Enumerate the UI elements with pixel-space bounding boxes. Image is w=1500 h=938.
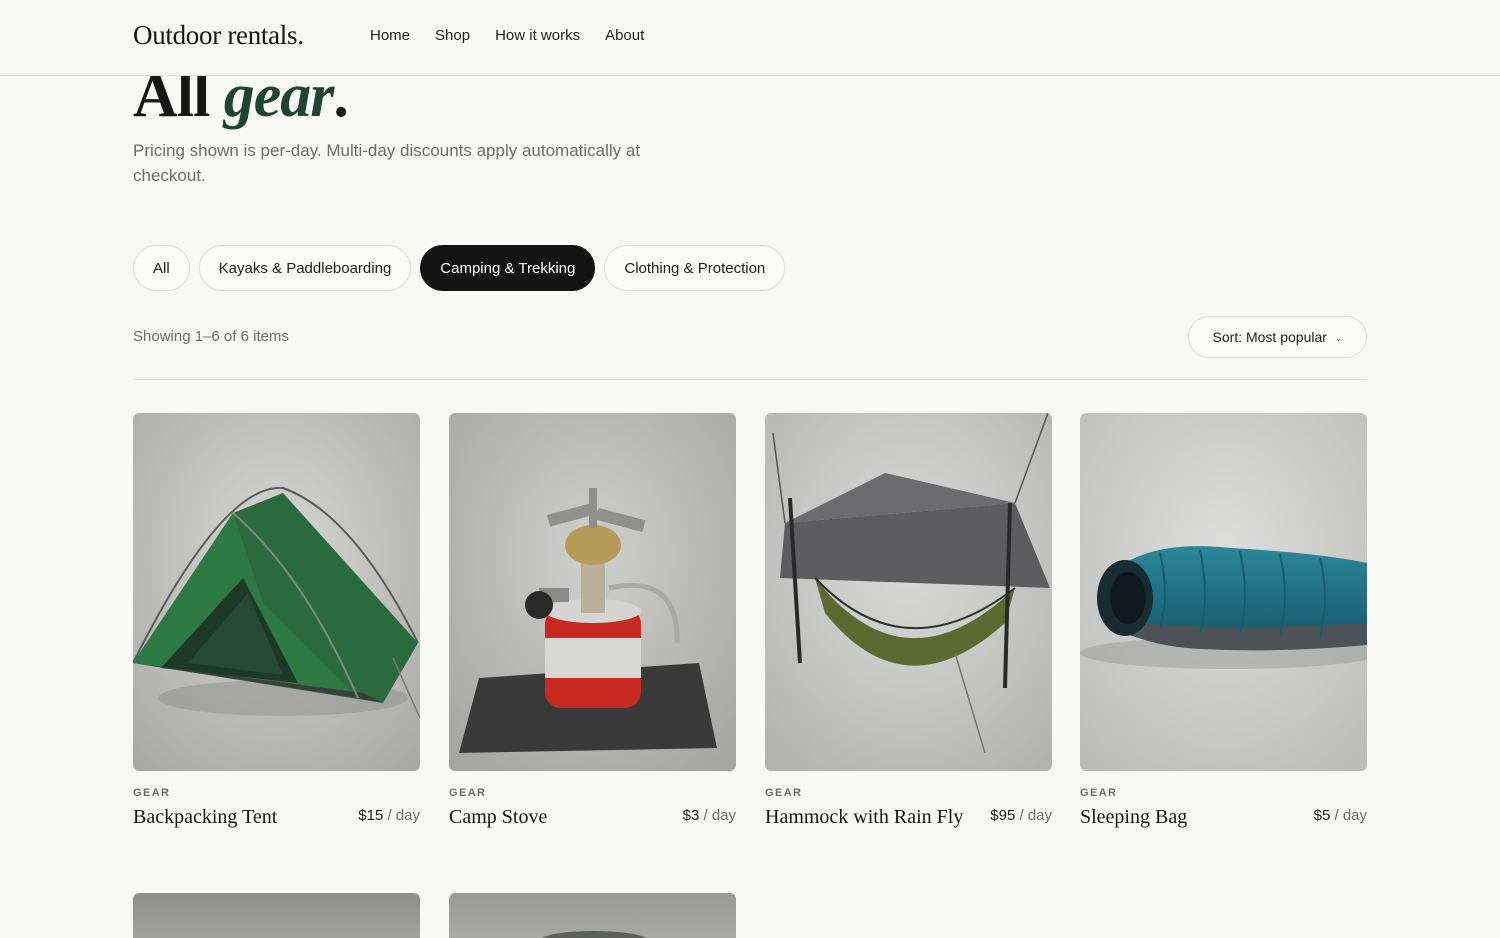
product-price: $5 / day	[1314, 805, 1367, 824]
product-card[interactable]: GEAR Hammock with Rain Fly $95 / day	[765, 413, 1052, 829]
price-amount: $15	[358, 807, 384, 824]
product-card[interactable]: GEAR Sleeping Bag $5 / day	[1080, 413, 1367, 829]
price-unit: / day	[1330, 807, 1367, 824]
filter-camping-trekking[interactable]: Camping & Trekking	[420, 245, 596, 291]
price-unit: / day	[383, 807, 420, 824]
site-header: Outdoor rentals. Home Shop How it works …	[0, 0, 1500, 76]
product-image[interactable]	[449, 893, 736, 938]
nav-shop[interactable]: Shop	[435, 27, 470, 44]
product-name[interactable]: Camp Stove	[449, 805, 547, 829]
chevron-down-icon: ⌄	[1334, 332, 1343, 343]
filter-clothing-protection[interactable]: Clothing & Protection	[604, 245, 786, 291]
price-unit: / day	[699, 807, 736, 824]
nav-home[interactable]: Home	[370, 27, 410, 44]
price-unit: / day	[1015, 807, 1052, 824]
product-image-sleeping-bag[interactable]	[1080, 413, 1367, 771]
product-price: $95 / day	[990, 805, 1052, 824]
price-amount: $3	[682, 807, 700, 824]
page-description: Pricing shown is per-day. Multi-day disc…	[133, 141, 641, 185]
filter-all[interactable]: All	[133, 245, 190, 291]
sort-label: Sort: Most popular	[1212, 329, 1327, 345]
product-card[interactable]	[449, 893, 736, 938]
price-amount: $95	[990, 807, 1016, 824]
product-category: GEAR	[765, 787, 803, 799]
product-category: GEAR	[449, 787, 487, 799]
product-name[interactable]: Backpacking Tent	[133, 805, 277, 829]
product-name[interactable]: Hammock with Rain Fly	[765, 805, 963, 829]
product-image-tent[interactable]	[133, 413, 420, 771]
category-filters: All Kayaks & Paddleboarding Camping & Tr…	[133, 245, 786, 291]
site-logo[interactable]: Outdoor rentals.	[133, 20, 304, 51]
product-card[interactable]	[133, 893, 420, 938]
filter-kayaks-paddleboarding[interactable]: Kayaks & Paddleboarding	[198, 245, 412, 291]
product-image[interactable]	[133, 893, 420, 938]
product-name[interactable]: Sleeping Bag	[1080, 805, 1187, 829]
price-amount: $5	[1313, 807, 1331, 824]
product-price: $3 / day	[683, 805, 736, 824]
product-image-stove[interactable]	[449, 413, 736, 771]
product-category: GEAR	[1080, 787, 1118, 799]
results-count: Showing 1–6 of 6 items	[133, 328, 289, 345]
nav-about[interactable]: About	[605, 27, 644, 44]
product-price: $15 / day	[358, 805, 420, 824]
product-category: GEAR	[133, 787, 171, 799]
main-nav: Home Shop How it works About	[370, 27, 644, 44]
product-card[interactable]: GEAR Camp Stove $3 / day	[449, 413, 736, 829]
toolbar-divider	[133, 379, 1367, 380]
nav-how-it-works[interactable]: How it works	[495, 27, 580, 44]
sort-dropdown[interactable]: Sort: Most popular ⌄	[1188, 316, 1367, 358]
product-card[interactable]: GEAR Backpacking Tent $15 / day	[133, 413, 420, 829]
product-image-hammock[interactable]	[765, 413, 1052, 771]
